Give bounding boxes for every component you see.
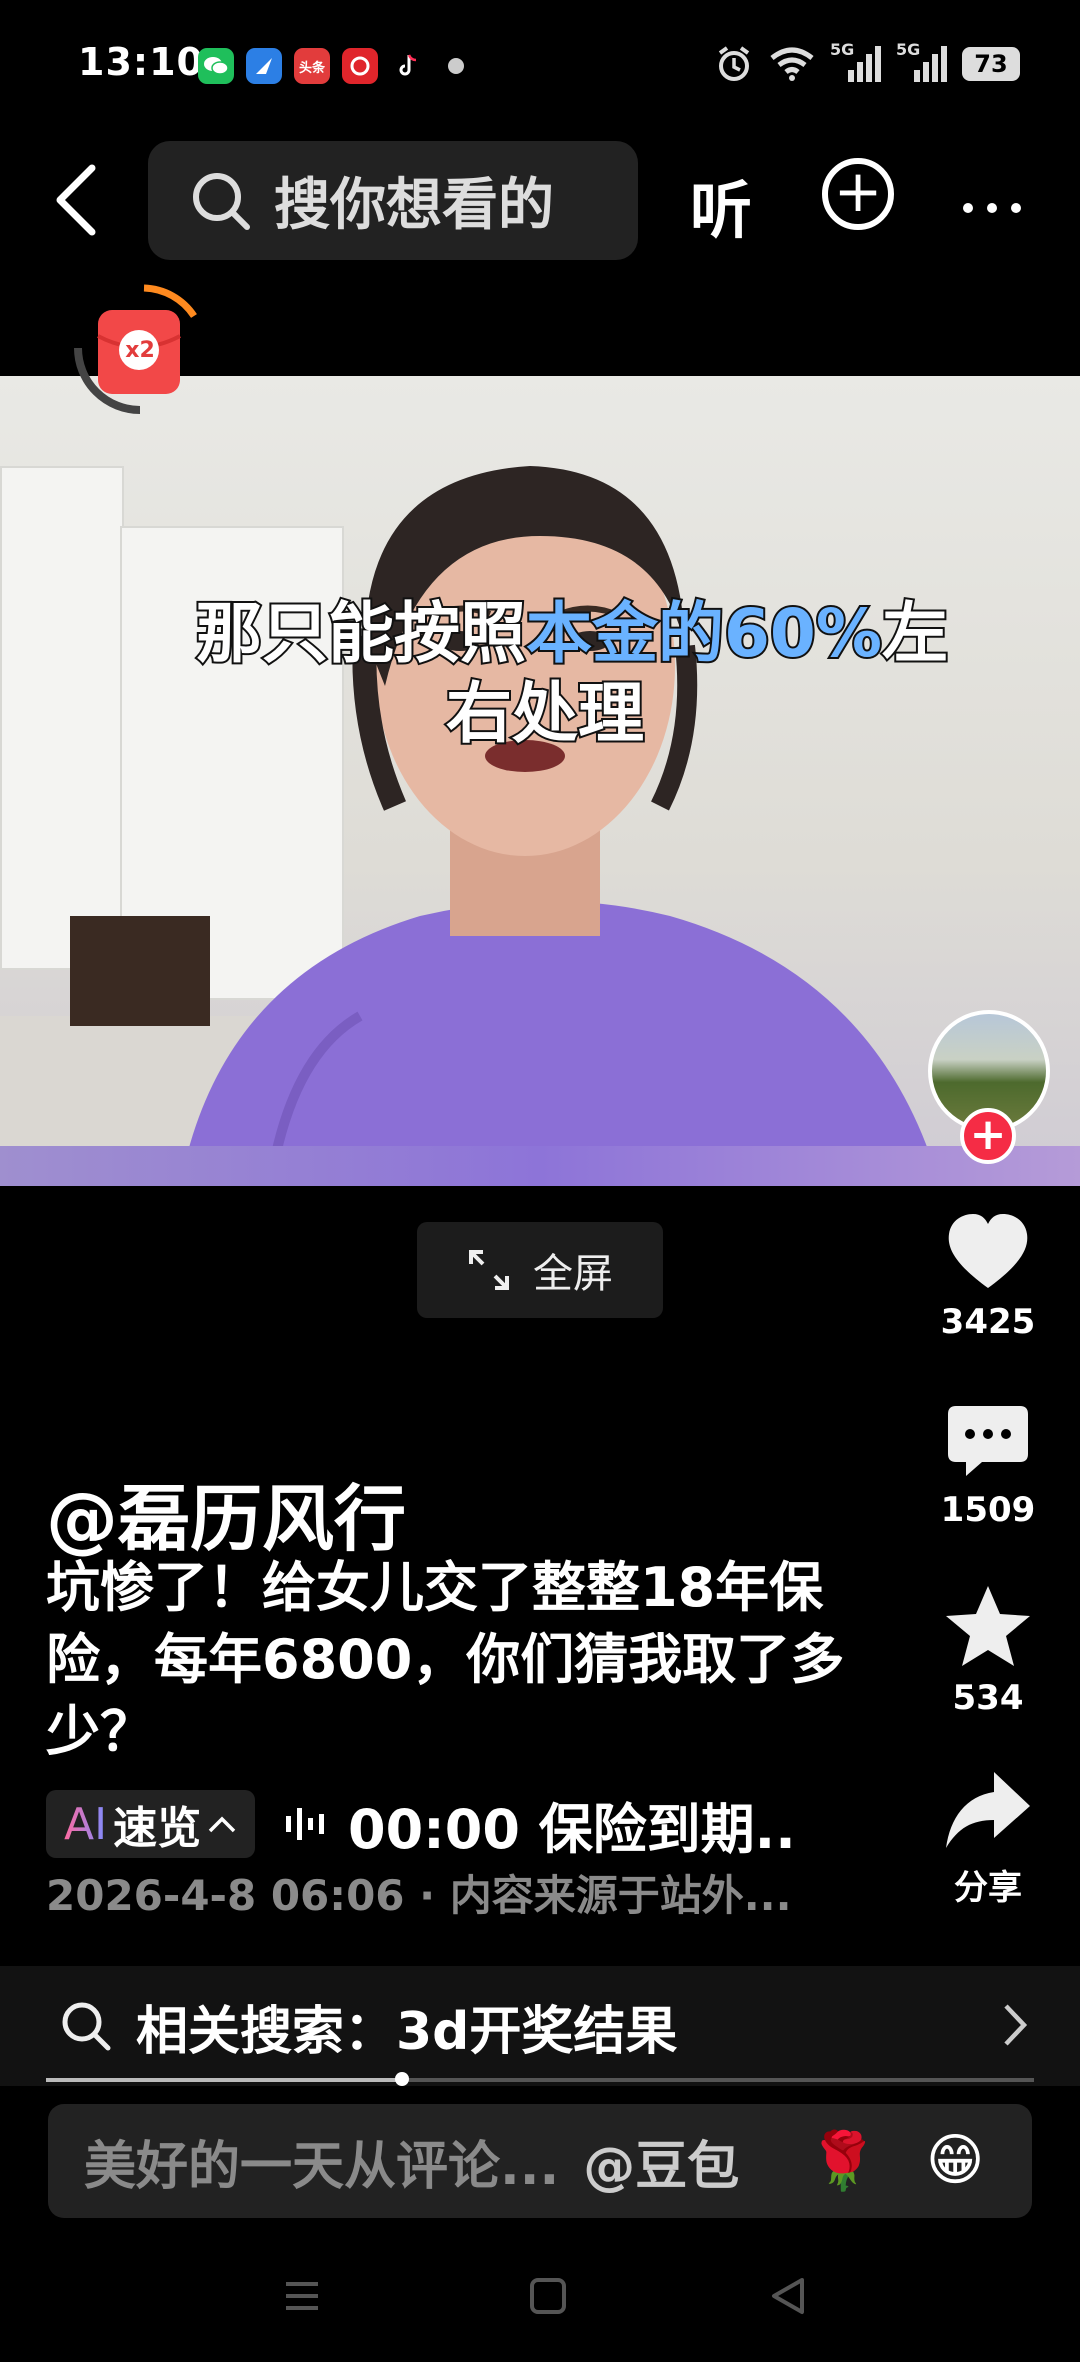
rose-emoji-icon[interactable]: 🌹 [808,2128,878,2194]
status-icons: 5G 5G 73 [714,40,1020,84]
comment-input-bar[interactable]: 美好的一天从评论... @豆包 🌹 😁 [48,2104,1032,2218]
fullscreen-label: 全屏 [533,1251,613,1297]
chevron-up-icon [208,1816,236,1833]
video-progress-handle[interactable] [394,2072,409,2086]
red-packet-multiplier: x2 [125,338,155,363]
grin-emoji-icon[interactable]: 😁 [926,2128,984,2193]
ai-summary-toggle[interactable]: AI 速览 [46,1790,256,1858]
like-button[interactable]: 3425 [930,1212,1046,1342]
related-search-label: 相关搜索：3d开奖结果 [136,2001,678,2062]
like-count: 3425 [940,1302,1036,1342]
back-button[interactable] [46,160,106,240]
signal-icon-1: 5G [830,40,882,84]
more-dots-icon [963,203,1021,213]
tiktok-icon [390,48,426,84]
signal-icon-2: 5G [896,40,948,84]
listen-button[interactable]: 听 [690,160,752,250]
post-meta: 2026-4-8 06:06 · 内容来源于站外... [46,1871,792,1920]
post-caption: 坑惨了！给女儿交了整整18年保险，每年6800，你们猜我取了多少？ [46,1556,845,1763]
search-placeholder: 搜你想看的 [274,173,554,238]
video-progress-fill [46,2078,402,2082]
ai-summary-content[interactable]: 00:00 保险到期.. [284,1790,796,1861]
comment-icon [948,1406,1028,1476]
author-name[interactable]: @磊历风行 [46,1460,406,1565]
red-packet-widget[interactable]: x2 [70,280,210,420]
share-arrow-icon [946,1772,1030,1848]
search-box[interactable]: 搜你想看的 [148,141,638,260]
follow-plus-button[interactable]: + [960,1108,1016,1164]
chevron-right-icon [1004,2004,1028,2046]
mention-doubao[interactable]: @豆包 [583,2124,739,2199]
toutiao-icon: 头条 [294,48,330,84]
video-subtitle-line-2: 右处理 [444,673,646,754]
more-options-button[interactable] [960,168,1024,231]
browser-icon [246,48,282,84]
audio-wave-icon [286,1808,324,1840]
system-back-icon[interactable] [768,2276,808,2316]
ai-badge: AI [64,1798,108,1850]
plus-icon: + [833,157,883,225]
plus-icon: + [969,1109,1007,1160]
video-player[interactable] [0,376,1080,1186]
comment-button[interactable]: 1509 [930,1404,1046,1530]
fullscreen-button[interactable]: 全屏 [417,1222,663,1318]
heart-icon [948,1214,1028,1288]
alarm-icon [718,46,750,81]
chevron-left-icon [56,164,96,236]
favorite-button[interactable]: 534 [930,1584,1046,1718]
gift-icon [342,48,378,84]
related-search-bar[interactable]: 相关搜索：3d开奖结果 [0,1966,1080,2086]
video-bottom-band [0,1146,1080,1186]
wechat-icon [198,48,234,84]
notification-dot-icon [448,58,464,74]
comment-placeholder: 美好的一天从评论... [84,2136,560,2197]
battery-icon: 73 [962,47,1020,81]
search-icon [193,172,250,230]
status-time: 13:10 [78,40,204,84]
share-label: 分享 [954,1868,1022,1908]
comment-count: 1509 [940,1490,1036,1530]
add-button[interactable]: + [822,158,894,230]
favorite-count: 534 [952,1678,1024,1718]
person-figure [180,466,940,1186]
cabinet-left [0,466,124,970]
search-icon [62,2002,111,2051]
star-icon [946,1586,1030,1666]
wifi-icon [770,47,814,81]
share-button[interactable]: 分享 [930,1770,1046,1909]
subtitle-part-c: 左 [880,593,950,674]
recent-apps-icon[interactable] [282,2276,322,2316]
home-icon[interactable] [528,2276,568,2316]
ai-summary-text: 00:00 保险到期.. [348,1797,796,1861]
expand-icon [469,1250,509,1290]
ai-summary-label: 速览 [113,1803,202,1854]
